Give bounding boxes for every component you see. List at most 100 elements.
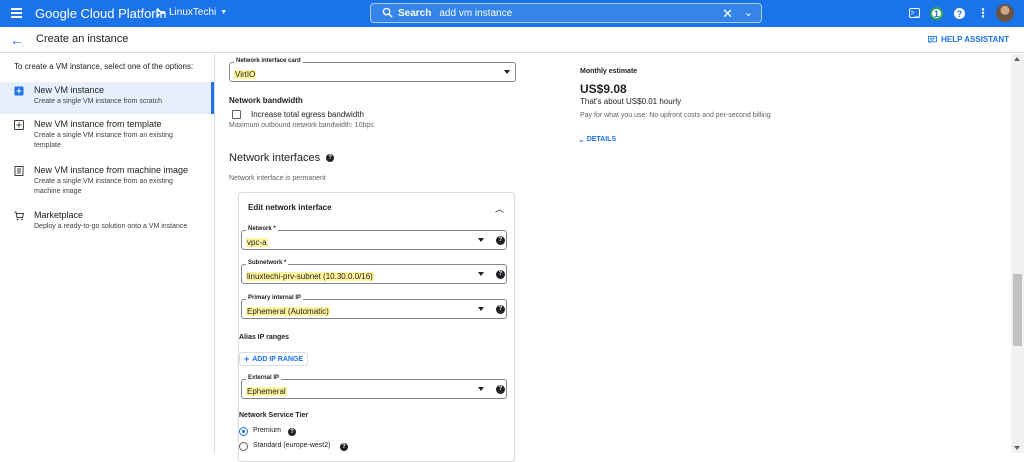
primary-ip-label: Primary internal IP	[246, 295, 304, 301]
option-desc: Create a single VM instance from an exis…	[34, 178, 173, 195]
external-ip-select[interactable]: External IP Ephemeral ?	[241, 375, 507, 399]
edit-ni-title: Edit network interface	[248, 203, 332, 212]
option-from-template[interactable]: New VM instance from template Create a s…	[0, 116, 214, 156]
tier-premium-radio[interactable]	[239, 427, 248, 436]
option-title: New VM instance from machine image	[34, 165, 189, 175]
add-ip-range-label: ADD IP RANGE	[252, 355, 304, 363]
notifications-badge[interactable]: 1	[930, 7, 943, 20]
add-box-icon	[14, 86, 24, 96]
option-title: Marketplace	[34, 210, 84, 220]
chevron-down-icon[interactable]: ⌄	[744, 6, 753, 19]
nic-label: Network interface card	[234, 58, 303, 64]
plus-icon: +	[243, 354, 250, 364]
network-value: vpc-a	[246, 238, 268, 247]
options-intro: To create a VM instance, select one of t…	[14, 62, 194, 71]
more-options-icon[interactable]: ⋮	[976, 6, 990, 20]
estimate-note: Pay for what you use: No upfront costs a…	[580, 112, 771, 119]
machine-image-icon	[14, 166, 24, 176]
option-new-vm-instance[interactable]: New VM instance Create a single VM insta…	[0, 82, 214, 114]
search-input[interactable]: add vm instance	[439, 8, 512, 19]
search-label: Search	[398, 7, 432, 19]
tier-standard-label: Standard (europe-west2)	[253, 442, 331, 449]
cart-icon	[14, 211, 24, 221]
estimate-hourly: That's about US$0.01 hourly	[580, 97, 682, 106]
clear-search-icon[interactable]: ✕	[722, 6, 733, 22]
network-interfaces-title: Network interfaces ?	[229, 152, 335, 164]
dropdown-arrow-icon	[478, 387, 484, 391]
cloud-shell-icon[interactable]: >_	[909, 8, 920, 18]
tier-premium-label: Premium	[253, 427, 282, 434]
monthly-estimate-title: Monthly estimate	[580, 68, 638, 75]
scroll-thumb[interactable]	[1013, 274, 1022, 346]
alias-title: Alias IP ranges	[239, 334, 290, 341]
help-icon[interactable]: ?	[496, 236, 505, 245]
help-assistant-button[interactable]: HELP ASSISTANT	[928, 35, 1009, 44]
menu-icon[interactable]	[11, 8, 22, 18]
project-name: LinuxTechi	[169, 7, 217, 18]
scroll-up-icon[interactable]	[1014, 57, 1020, 61]
subnetwork-select[interactable]: Subnetwork * linuxtechi-prv-subnet (10.3…	[241, 260, 507, 284]
help-icon[interactable]: ?	[326, 154, 335, 162]
network-interfaces-label: Network interfaces	[229, 152, 321, 164]
brand-title[interactable]: Google Cloud Platform	[35, 6, 167, 21]
assistant-icon	[928, 35, 938, 44]
collapse-icon[interactable]: ︿	[495, 202, 504, 215]
option-desc: Create a single VM instance from an exis…	[34, 132, 173, 149]
subnetwork-label: Subnetwork *	[246, 260, 289, 266]
dropdown-arrow-icon	[504, 70, 510, 74]
help-assistant-label: HELP ASSISTANT	[941, 35, 1009, 44]
option-title: New VM instance	[34, 85, 105, 95]
help-icon[interactable]: ?	[954, 8, 965, 19]
project-icon	[156, 8, 165, 17]
nic-select[interactable]: Network interface card VirtIO	[229, 58, 516, 82]
chevron-down-icon: ⌄	[578, 135, 585, 144]
network-select[interactable]: Network * vpc-a ?	[241, 226, 507, 250]
bandwidth-checkbox-label: Increase total egress bandwidth	[251, 110, 364, 119]
scrollbar[interactable]	[1011, 54, 1024, 453]
primary-ip-select[interactable]: Primary internal IP Ephemeral (Automatic…	[241, 295, 507, 319]
help-icon[interactable]: ?	[496, 270, 505, 279]
option-desc: Create a single VM instance from scratch	[34, 98, 162, 105]
search-bar[interactable]: Search add vm instance ✕ ⌄	[370, 3, 762, 23]
dropdown-arrow-icon	[478, 307, 484, 311]
create-options-panel: To create a VM instance, select one of t…	[0, 54, 215, 453]
page-header: ← Create an instance HELP ASSISTANT	[0, 27, 1024, 53]
nic-value: VirtIO	[234, 70, 257, 79]
option-from-machine-image[interactable]: New VM instance from machine image Creat…	[0, 162, 214, 202]
project-selector[interactable]: LinuxTechi ▼	[156, 7, 227, 18]
avatar[interactable]	[996, 4, 1014, 22]
estimate-price: US$9.08	[580, 82, 627, 96]
search-icon	[382, 7, 393, 18]
page-title: Create an instance	[36, 33, 129, 45]
external-ip-value: Ephemeral	[246, 387, 287, 396]
network-label: Network *	[246, 226, 278, 232]
dropdown-arrow-icon	[478, 238, 484, 242]
top-app-bar: Google Cloud Platform LinuxTechi ▼ Searc…	[0, 0, 1024, 27]
help-icon[interactable]: ?	[496, 385, 505, 394]
tier-title: Network Service Tier	[239, 412, 309, 419]
instance-form: Network interface card VirtIO Network ba…	[229, 54, 1009, 462]
edit-network-interface-panel: Edit network interface ︿ Network * vpc-a…	[238, 192, 515, 462]
bandwidth-max: Maximum outbound network bandwidth: 10bp…	[229, 122, 374, 129]
help-icon[interactable]: ?	[496, 305, 505, 314]
primary-ip-value: Ephemeral (Automatic)	[246, 307, 330, 316]
bandwidth-title: Network bandwidth	[229, 96, 303, 105]
option-desc: Deploy a ready-to-go solution onto a VM …	[34, 223, 188, 230]
subnetwork-value: linuxtechi-prv-subnet (10.30.0.0/16)	[246, 272, 374, 281]
dropdown-arrow-icon	[478, 272, 484, 276]
help-icon[interactable]: ?	[340, 443, 348, 451]
option-title: New VM instance from template	[34, 119, 162, 129]
template-icon	[14, 120, 24, 130]
external-ip-label: External IP	[246, 375, 282, 381]
dropdown-arrow-icon: ▼	[220, 9, 228, 16]
back-arrow-icon[interactable]: ←	[10, 32, 24, 48]
add-ip-range-button[interactable]: + ADD IP RANGE	[239, 352, 308, 366]
scroll-down-icon[interactable]	[1014, 446, 1020, 450]
details-toggle[interactable]: ⌄ DETAILS	[578, 135, 616, 144]
details-label: DETAILS	[586, 136, 617, 143]
ni-note: Network interface is permanent	[229, 175, 326, 182]
help-icon[interactable]: ?	[288, 428, 296, 436]
tier-standard-radio[interactable]	[239, 442, 248, 451]
option-marketplace[interactable]: Marketplace Deploy a ready-to-go solutio…	[0, 207, 214, 235]
bandwidth-checkbox[interactable]	[232, 110, 241, 119]
